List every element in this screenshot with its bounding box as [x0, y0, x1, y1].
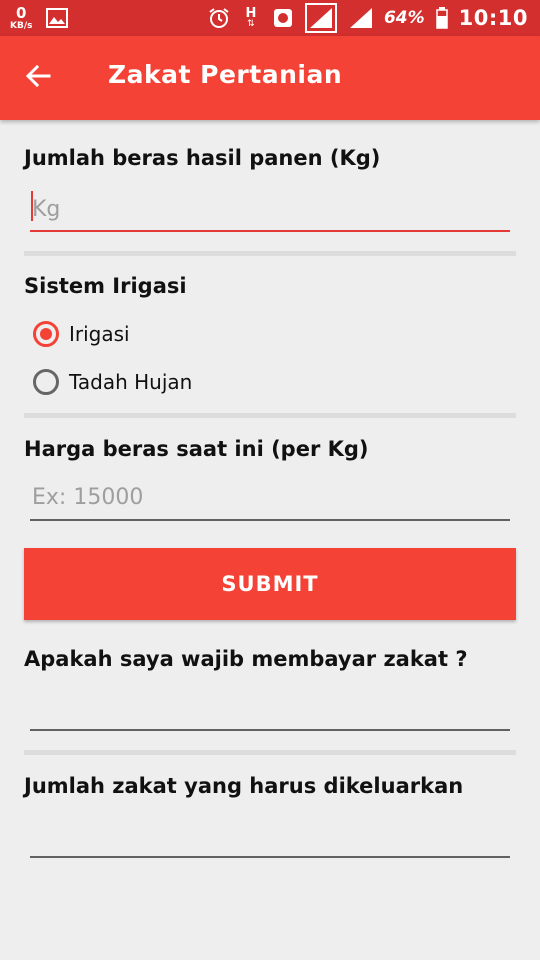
price-input-underline — [30, 519, 510, 521]
page-title: Zakat Pertanian — [108, 60, 343, 89]
amount-result-field — [30, 811, 514, 857]
arrow-left-icon — [25, 63, 51, 93]
harvest-input[interactable] — [30, 186, 514, 232]
price-input[interactable] — [30, 474, 514, 520]
battery-percent: 64% — [383, 8, 425, 28]
obligation-result-underline — [30, 729, 510, 731]
obligation-result-field — [30, 684, 514, 730]
radio-tadah-hujan-label: Tadah Hujan — [69, 370, 193, 394]
radio-irigasi[interactable]: Irigasi — [33, 318, 130, 350]
back-button[interactable] — [18, 58, 58, 98]
alarm-icon — [208, 7, 230, 29]
network-speed: 0 KB/s — [10, 3, 33, 31]
harvest-input-underline — [30, 230, 510, 232]
status-bar: 0 KB/s H ⇅ 64% 10:10 — [0, 0, 540, 36]
app-notification-icon — [272, 7, 294, 29]
app-bar: Zakat Pertanian — [0, 36, 540, 120]
network-speed-value: 0 — [16, 3, 27, 22]
harvest-label: Jumlah beras hasil panen (Kg) — [24, 146, 381, 170]
data-arrows-icon: H ⇅ — [245, 6, 257, 29]
signal-icon — [304, 3, 338, 33]
price-label: Harga beras saat ini (per Kg) — [24, 437, 369, 461]
text-cursor — [31, 191, 33, 221]
submit-button[interactable]: SUBMIT — [24, 548, 516, 620]
radio-unchecked-icon — [33, 369, 59, 395]
radio-checked-icon — [33, 321, 59, 347]
radio-tadah-hujan[interactable]: Tadah Hujan — [33, 366, 192, 398]
amount-result-underline — [30, 856, 510, 858]
battery-icon — [435, 7, 449, 29]
radio-irigasi-label: Irigasi — [69, 322, 130, 346]
obligation-label: Apakah saya wajib membayar zakat ? — [24, 647, 468, 671]
section-divider — [24, 251, 516, 256]
network-speed-unit: KB/s — [10, 20, 33, 31]
section-divider — [24, 750, 516, 755]
signal-icon — [348, 7, 374, 29]
section-divider — [24, 413, 516, 418]
amount-label: Jumlah zakat yang harus dikeluarkan — [24, 774, 464, 798]
clock: 10:10 — [458, 6, 528, 30]
gallery-icon — [46, 7, 69, 29]
irrigation-label: Sistem Irigasi — [24, 274, 187, 298]
